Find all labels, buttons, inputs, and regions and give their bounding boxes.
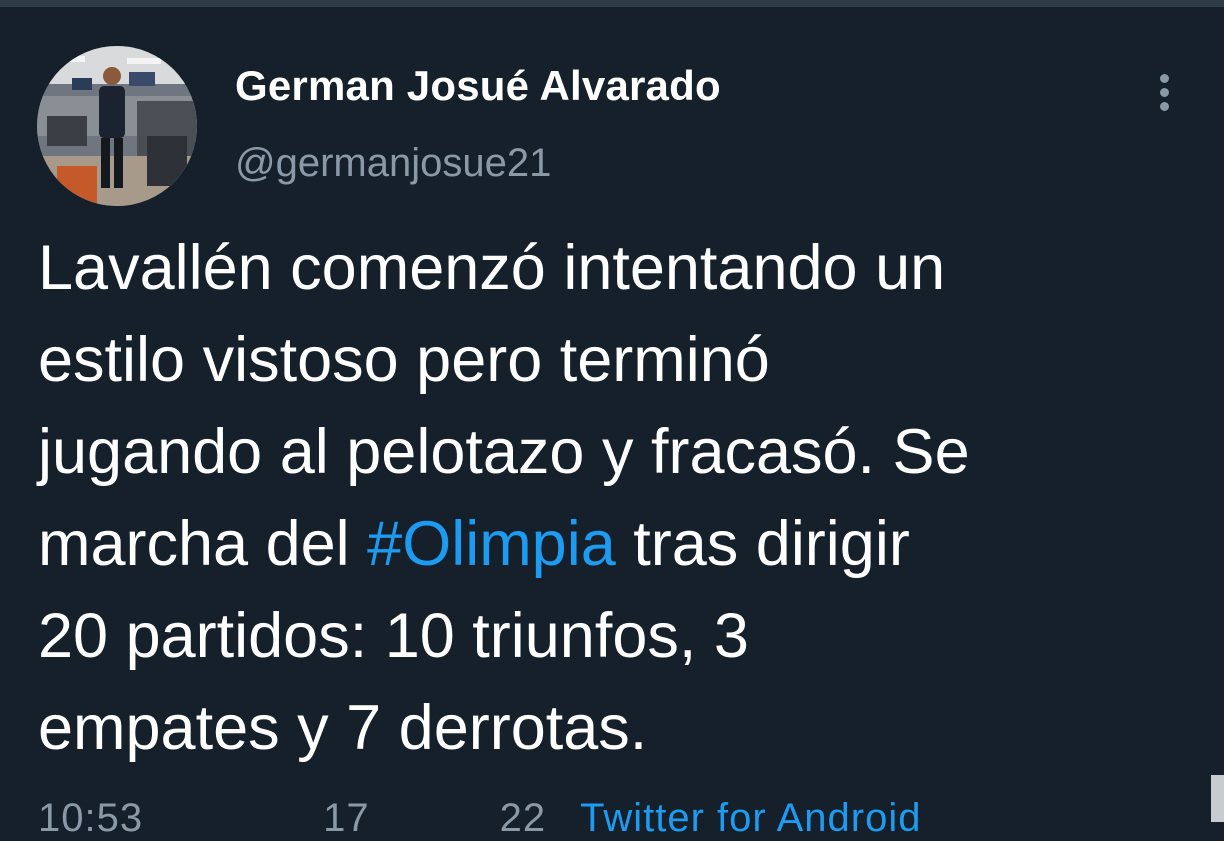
tweet-text-line: empates y 7 derrotas.	[38, 693, 648, 763]
scrollbar-thumb[interactable]	[1211, 775, 1224, 822]
tweet-time[interactable]: 10:53	[38, 796, 143, 840]
tweet-text: Lavallén comenzó intentando un estilo vis…	[38, 222, 1198, 774]
more-vertical-icon	[1160, 74, 1169, 83]
author-handle[interactable]: @germanjosue21	[235, 141, 551, 186]
tweet-text-line: 20 partidos: 10 triunfos, 3	[38, 601, 749, 671]
tweet-date[interactable]: 17	[323, 796, 370, 840]
avatar-photo	[37, 46, 197, 206]
author-display-name[interactable]: German Josué Alvarado	[235, 62, 721, 110]
more-options-button[interactable]	[1145, 68, 1183, 116]
hashtag-link[interactable]: #Olimpia	[367, 509, 616, 579]
tweet-year[interactable]: 22	[500, 796, 547, 840]
tweet-text-line: Lavallén comenzó intentando un	[38, 233, 946, 303]
tweet-source-link[interactable]: Twitter for Android	[580, 796, 921, 840]
more-vertical-icon	[1160, 102, 1169, 111]
tweet-meta: 10:53 17 22 Twitter for Android	[38, 796, 921, 841]
more-vertical-icon	[1160, 88, 1169, 97]
avatar[interactable]	[37, 46, 197, 206]
tweet-text-line: estilo vistoso pero terminó	[38, 325, 770, 395]
top-divider	[0, 0, 1224, 7]
tweet-text-segment: marcha del	[38, 509, 368, 579]
tweet-text-line: jugando al pelotazo y fracasó. Se	[38, 417, 970, 487]
tweet-text-segment: tras dirigir	[615, 509, 910, 579]
